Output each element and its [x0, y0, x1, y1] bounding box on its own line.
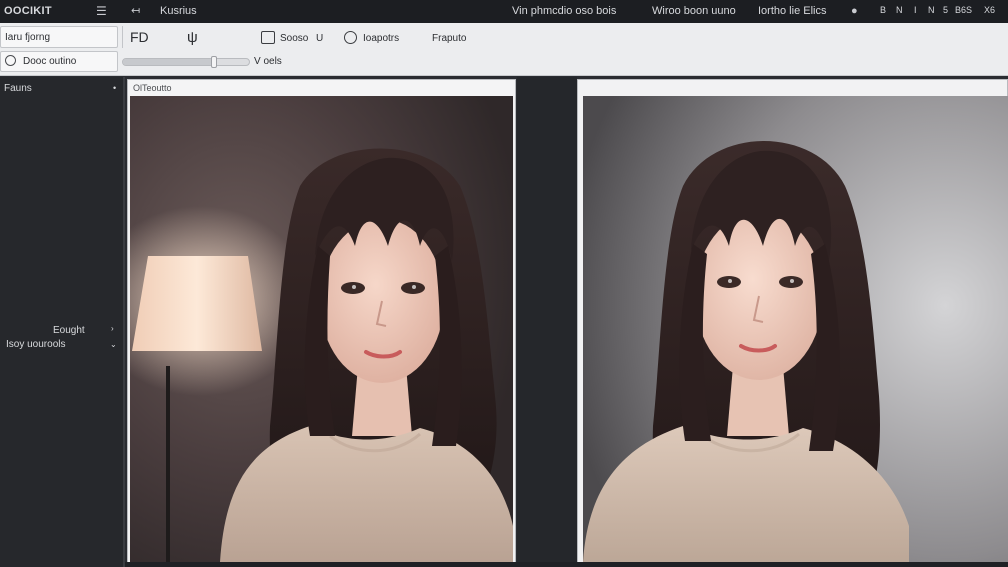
result-image-panel — [577, 79, 1008, 563]
bottom-strip — [125, 562, 1008, 567]
sidebar-item-1[interactable]: Eought — [53, 325, 85, 336]
original-image-panel: OlTeoutto — [127, 79, 516, 563]
title-right-label: Iortho lie Elics — [758, 5, 827, 17]
compare-tool-label[interactable]: Ioapotrs — [363, 33, 399, 44]
primary-field-value: Iaru fjorng — [5, 32, 51, 43]
arrow-icon[interactable]: ↤ — [131, 4, 140, 18]
radio-icon[interactable] — [5, 55, 16, 66]
chevron-down-icon[interactable]: ⌄ — [110, 340, 117, 349]
slider-handle[interactable] — [210, 56, 217, 68]
sidebar-item-2[interactable]: Isoy uourools — [6, 339, 65, 350]
sidebar: Fauns • Eought › Isoy uourools ⌄ — [0, 77, 125, 567]
title-center-left: Vin phmcdio oso bois — [512, 5, 617, 17]
right-icon-2[interactable]: N — [896, 5, 903, 15]
sidebar-header: Fauns — [4, 83, 32, 94]
transform-tool-button[interactable]: ψ — [187, 29, 198, 46]
right-icon-3[interactable]: I — [914, 5, 917, 15]
secondary-field[interactable]: Dooc outino — [0, 51, 118, 72]
right-icon-6[interactable]: B6S — [955, 5, 972, 15]
app-window: OOCIKIT ☰ ↤ Kusrius Vin phmcdio oso bois… — [0, 0, 1008, 567]
features-tool-label[interactable]: Fraputo — [432, 33, 466, 44]
right-icon-1[interactable]: B — [880, 5, 886, 15]
list-icon[interactable]: ☰ — [96, 4, 107, 18]
panel-title: OlTeoutto — [133, 83, 172, 93]
panel-header: OlTeoutto — [128, 80, 515, 96]
toolbar: Iaru fjorng Dooc outino FD ψ Sooso U Ioa… — [0, 23, 1008, 76]
app-name: OOCIKIT — [4, 5, 52, 17]
strength-slider[interactable] — [122, 56, 250, 68]
portrait-original-svg — [130, 96, 513, 562]
panel-gutter — [517, 77, 577, 567]
title-bar: OOCIKIT ☰ ↤ Kusrius Vin phmcdio oso bois… — [0, 0, 1008, 23]
right-icon-5[interactable]: 5 — [943, 5, 948, 15]
primary-field[interactable]: Iaru fjorng — [0, 26, 118, 48]
frame-tool-button[interactable]: FD — [130, 29, 149, 45]
settings-icon[interactable] — [344, 31, 357, 44]
right-icon-7[interactable]: X6 — [984, 5, 995, 15]
toolbar-divider — [122, 26, 123, 48]
sidebar-collapse-icon[interactable]: • — [113, 83, 116, 93]
portrait-image-result — [583, 96, 1008, 562]
menu-label[interactable]: Kusrius — [160, 5, 197, 17]
title-center-right: Wiroo boon uuno — [652, 5, 736, 17]
slider-value-label: V oels — [254, 56, 282, 67]
save-tool-suffix: U — [316, 33, 324, 44]
slider-fill — [123, 59, 214, 65]
chevron-right-icon[interactable]: › — [111, 324, 114, 333]
save-icon[interactable] — [261, 31, 275, 44]
secondary-field-value: Dooc outino — [23, 56, 77, 67]
save-tool-label[interactable]: Sooso — [280, 33, 308, 44]
portrait-image-original — [130, 96, 513, 562]
brightness-icon[interactable]: ● — [851, 4, 858, 18]
right-icon-4[interactable]: N — [928, 5, 935, 15]
portrait-result-svg — [583, 96, 1008, 562]
